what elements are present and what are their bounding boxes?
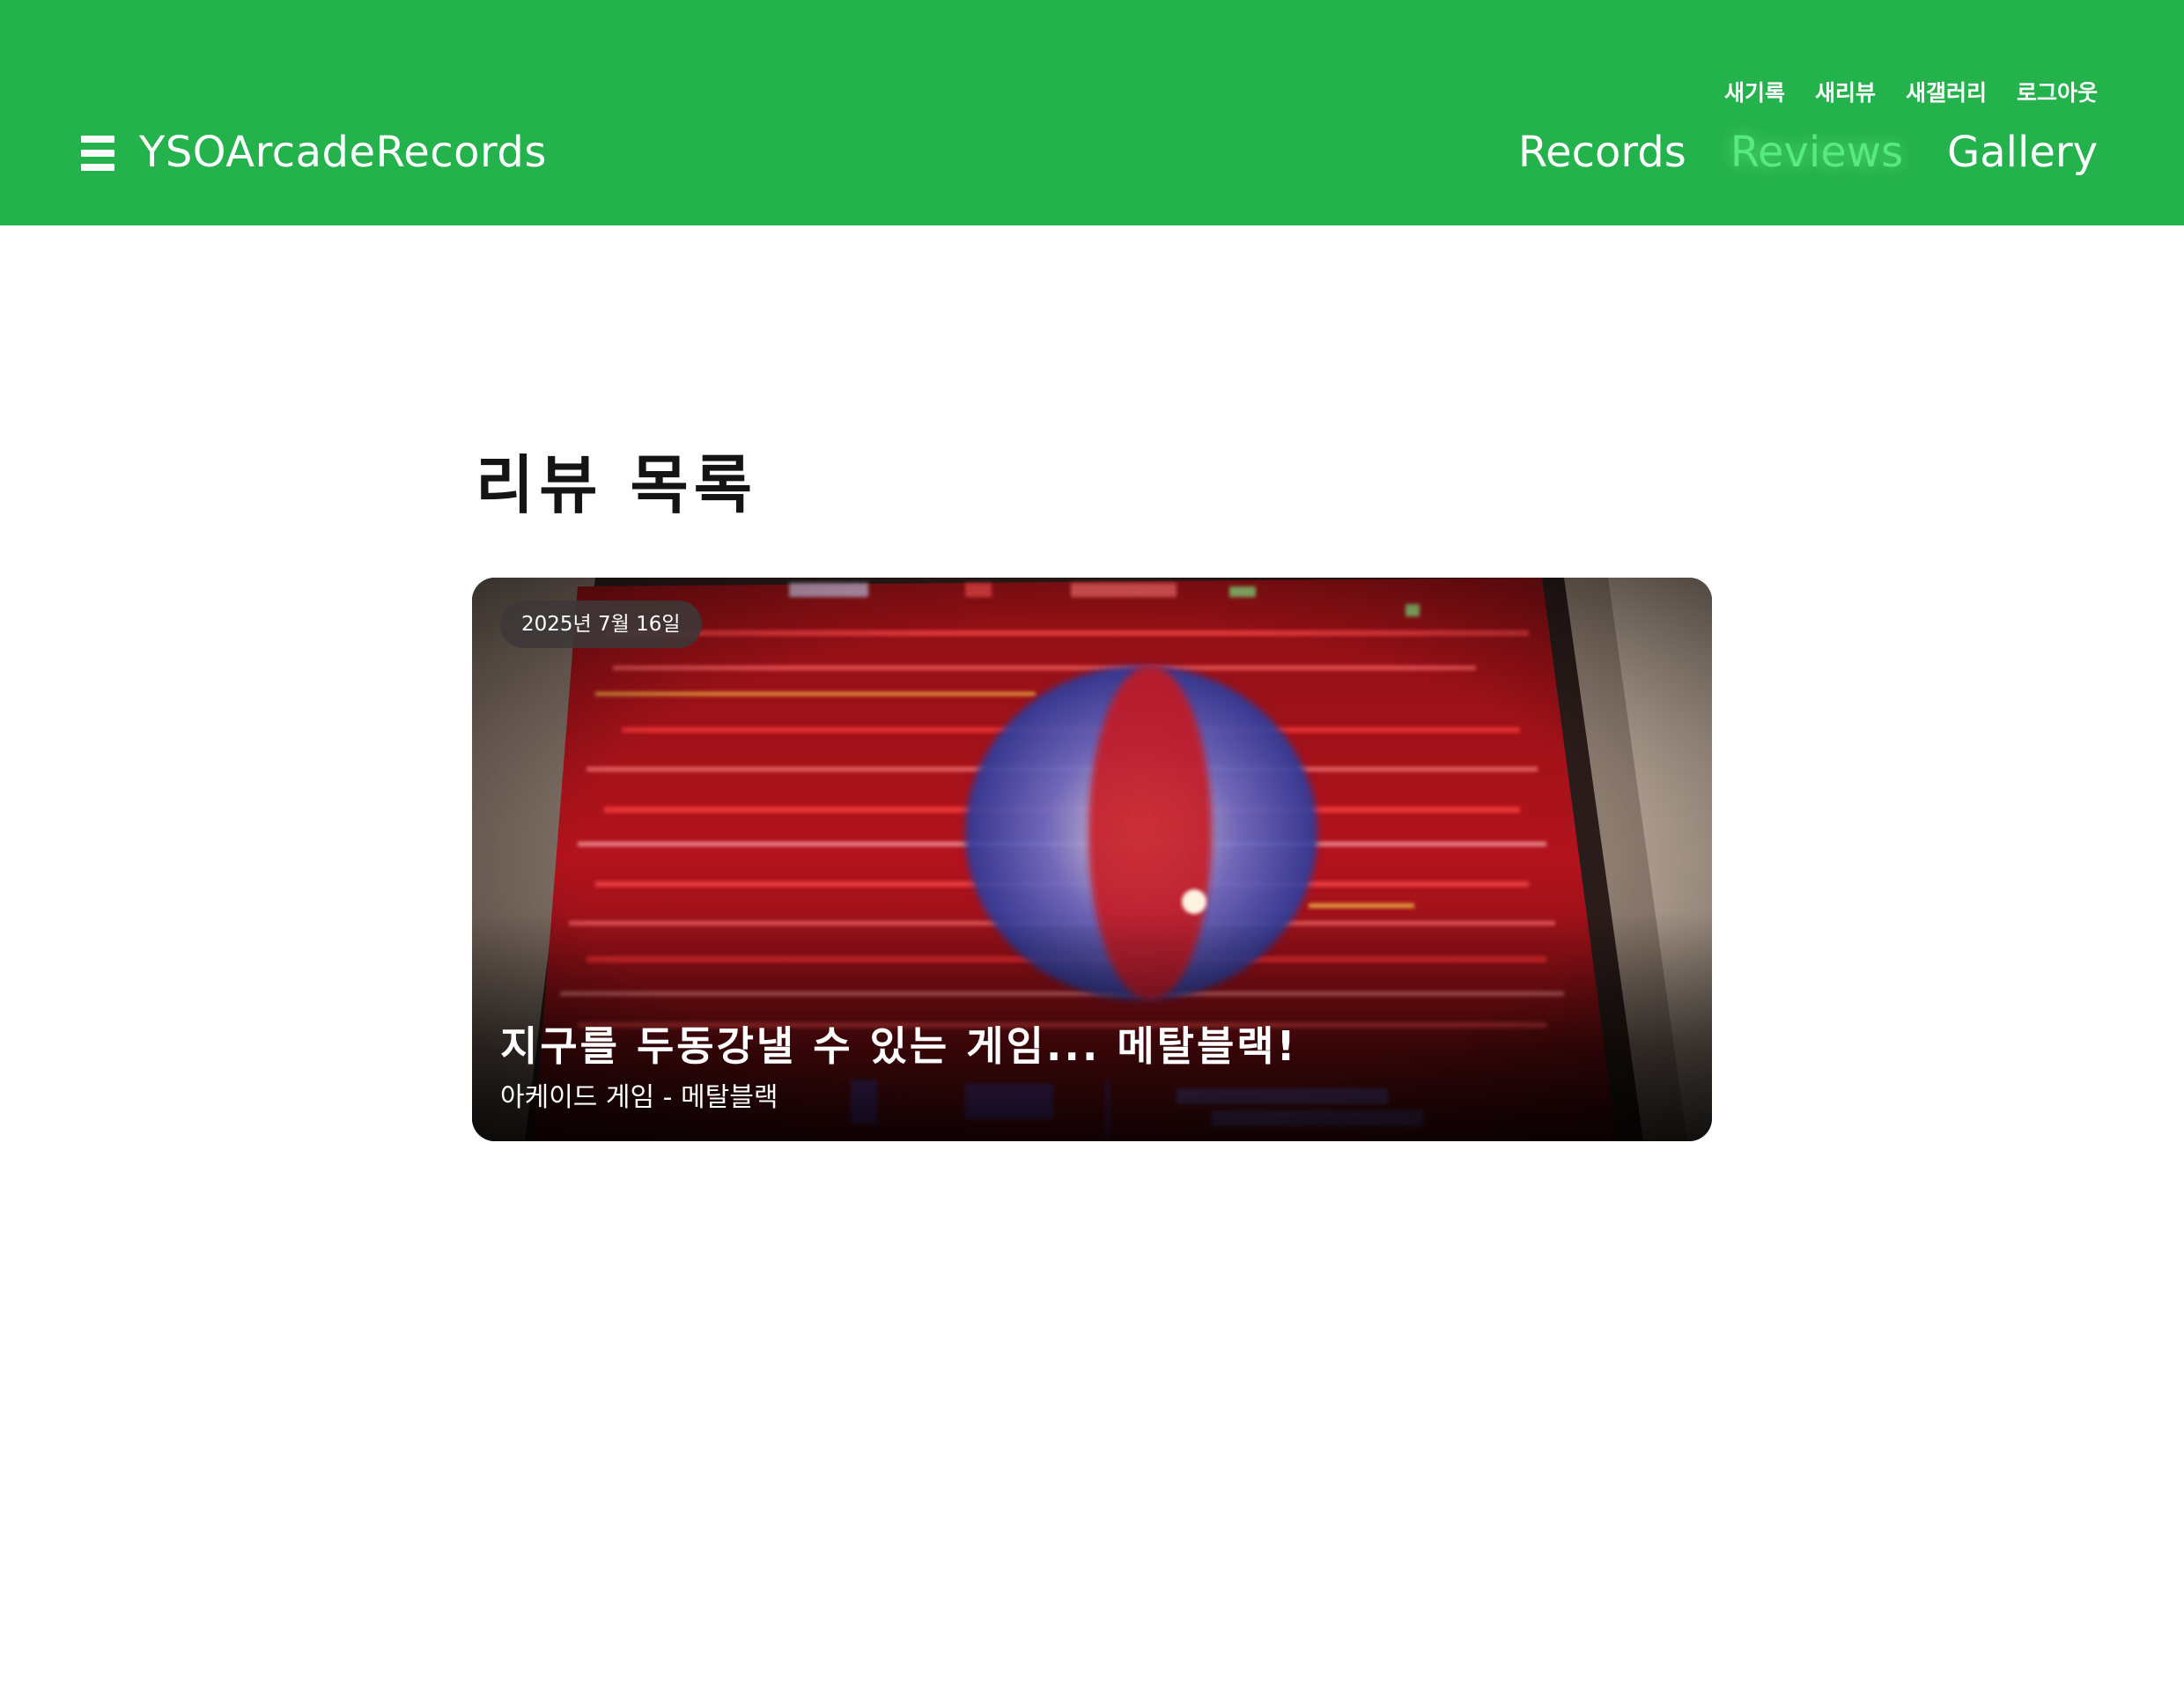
logout-link[interactable]: 로그아웃 (2017, 77, 2098, 109)
utility-nav: 새기록 새리뷰 새갤러리 로그아웃 (1724, 77, 2098, 109)
nav-gallery[interactable]: Gallery (1947, 123, 2098, 181)
nav-reviews[interactable]: Reviews (1730, 123, 1903, 181)
new-review-link[interactable]: 새리뷰 (1815, 77, 1876, 109)
hamburger-menu-icon[interactable] (81, 136, 114, 171)
review-title[interactable]: 지구를 두동강낼 수 있는 게임... 메탈블랙! (500, 1018, 1298, 1074)
nav-records[interactable]: Records (1518, 123, 1686, 181)
review-date-badge: 2025년 7월 16일 (500, 601, 702, 648)
main-nav: Records Reviews Gallery (1518, 123, 2098, 181)
site-header: YSOArcadeRecords 새기록 새리뷰 새갤러리 로그아웃 Recor… (0, 0, 2184, 225)
new-gallery-link[interactable]: 새갤러리 (1906, 77, 1987, 109)
site-logo[interactable]: YSOArcadeRecords (139, 123, 547, 181)
page-title: 리뷰 목록 (476, 448, 758, 522)
new-record-link[interactable]: 새기록 (1724, 77, 1785, 109)
review-card[interactable]: 2025년 7월 16일 지구를 두동강낼 수 있는 게임... 메탈블랙! 아… (472, 578, 1712, 1141)
review-subtitle: 아케이드 게임 - 메탈블랙 (500, 1082, 778, 1113)
